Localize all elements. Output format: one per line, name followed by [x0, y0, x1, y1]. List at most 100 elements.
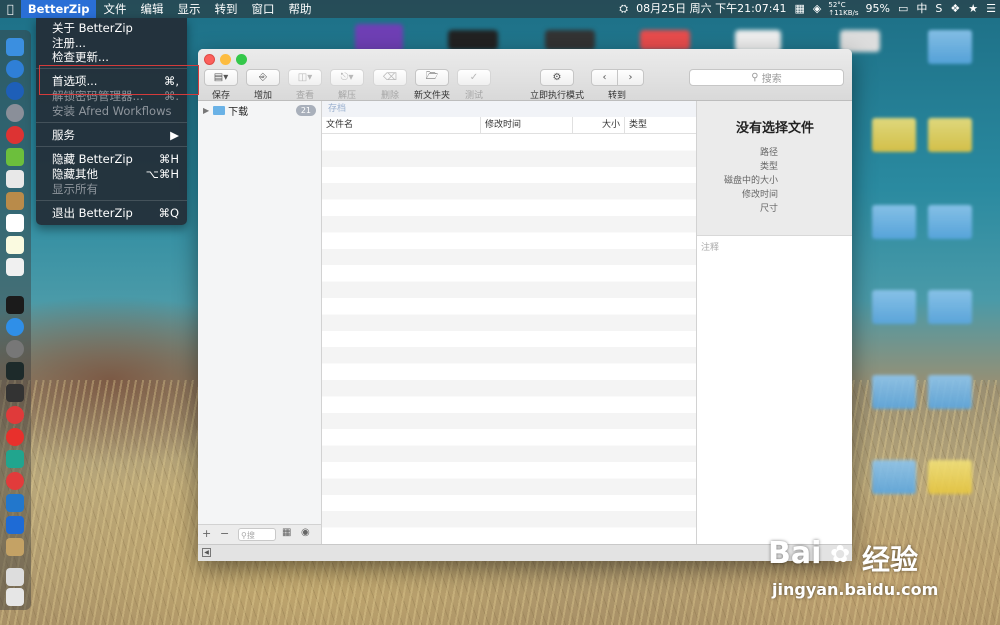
add-button[interactable]: ⎆ — [246, 69, 280, 86]
compass-icon[interactable] — [6, 82, 24, 100]
apple-menu-icon[interactable]:  — [0, 0, 21, 18]
desktop-folder-icon[interactable] — [928, 290, 972, 324]
sidebar-filter-input[interactable]: ⚲搜 — [238, 528, 276, 541]
instant-mode-label: 立即执行模式 — [529, 91, 585, 101]
star-icon[interactable]: ★ — [964, 0, 982, 18]
trash-icon: ⌫ — [382, 72, 398, 83]
column-header-name[interactable]: 文件名 — [322, 117, 480, 133]
desktop-folder-icon[interactable] — [872, 290, 916, 324]
extract-button[interactable]: ⎋▾ — [330, 69, 364, 86]
calendar-icon[interactable] — [6, 214, 24, 232]
app-red-icon[interactable] — [6, 126, 24, 144]
yandex-icon[interactable] — [6, 428, 24, 446]
info-summary: 没有选择文件 路径 类型 磁盘中的大小 修改时间 尺寸 — [697, 101, 852, 236]
back-button[interactable]: ‹ — [591, 69, 618, 86]
delete-button[interactable]: ⌫ — [373, 69, 407, 86]
column-header-type[interactable]: 类型 — [624, 117, 696, 133]
clock-datetime[interactable]: 08月25日 周六 下午21:07:41 — [632, 0, 790, 18]
desktop-folder-icon[interactable] — [928, 118, 972, 152]
launchpad-icon[interactable] — [6, 104, 24, 122]
desktop-folder-icon[interactable] — [928, 30, 972, 64]
menu-item-show-all[interactable]: 显示所有 — [52, 182, 179, 197]
system-preferences-icon[interactable] — [6, 340, 24, 358]
menu-view[interactable]: 显示 — [170, 0, 207, 18]
sidebar-toggle-icon[interactable]: ◀ — [202, 548, 211, 557]
menu-app-name[interactable]: BetterZip — [20, 0, 97, 18]
search-input[interactable]: ⚲ 搜索 — [689, 69, 844, 86]
eye-icon[interactable]: ◉ — [301, 527, 310, 538]
menu-go[interactable]: 转到 — [207, 0, 244, 18]
forward-button[interactable]: › — [617, 69, 644, 86]
battery-icon[interactable]: ▭ — [894, 0, 912, 18]
menu-item-quit[interactable]: 退出 BetterZip ⌘Q — [52, 206, 179, 221]
menu-item-about[interactable]: 关于 BetterZip — [52, 21, 179, 36]
wifi-icon[interactable]: ◈ — [809, 0, 825, 18]
table-rows[interactable] — [322, 134, 696, 544]
menu-item-install-alfred[interactable]: 安装 Afred Workflows — [52, 104, 179, 119]
desktop-folder-icon[interactable] — [872, 460, 916, 494]
extract-icon: ⎋▾ — [340, 72, 354, 83]
desktop-folder-icon[interactable] — [928, 205, 972, 239]
system-stats[interactable]: 52°C ↑11KB/s — [825, 1, 861, 17]
minimize-button[interactable] — [220, 54, 231, 65]
trash-icon[interactable] — [6, 588, 24, 606]
desktop-folder-icon[interactable] — [928, 375, 972, 409]
finder-icon[interactable] — [6, 38, 24, 56]
sogou-icon[interactable]: S — [931, 0, 946, 18]
notes-field[interactable]: 注释 — [701, 240, 719, 253]
preview-icon[interactable] — [6, 170, 24, 188]
globe-icon[interactable]: ⛭ — [615, 0, 632, 18]
activity-monitor-icon[interactable] — [6, 362, 24, 380]
desktop-folder-icon[interactable] — [928, 460, 972, 494]
shortcut-label: ⌘H — [158, 152, 179, 166]
test-button[interactable]: ✓ — [457, 69, 491, 86]
menu-item-services[interactable]: 服务 ▶ — [52, 128, 179, 143]
bluetooth-dock-icon[interactable] — [6, 516, 24, 534]
remove-icon[interactable]: − — [220, 527, 229, 540]
desktop-folder-icon[interactable] — [872, 375, 916, 409]
menu-edit[interactable]: 编辑 — [133, 0, 170, 18]
notes-icon[interactable] — [6, 236, 24, 254]
netease-music-icon[interactable] — [6, 472, 24, 490]
textedit-icon[interactable] — [6, 258, 24, 276]
android-icon[interactable] — [6, 148, 24, 166]
column-header-modified[interactable]: 修改时间 — [480, 117, 572, 133]
disclosure-triangle-icon[interactable]: ▶ — [203, 106, 209, 115]
instant-mode-button[interactable]: ⚙ — [540, 69, 574, 86]
terminal-icon[interactable] — [6, 296, 24, 314]
sidebar-item-downloads[interactable]: ▶ 下载 21 — [203, 103, 319, 118]
save-button[interactable]: ▤▾ — [204, 69, 238, 86]
menu-item-hide-app[interactable]: 隐藏 BetterZip ⌘H — [52, 152, 179, 167]
menu-file[interactable]: 文件 — [96, 0, 133, 18]
column-header-size[interactable]: 大小 — [572, 117, 624, 133]
add-icon[interactable]: + — [202, 527, 211, 540]
vivaldi-icon[interactable] — [6, 406, 24, 424]
downloads-stack-icon[interactable] — [6, 568, 24, 586]
bluetooth-icon[interactable]: ❖ — [946, 0, 964, 18]
safari-icon[interactable] — [6, 60, 24, 78]
zoom-button[interactable] — [236, 54, 247, 65]
archive-icon[interactable] — [6, 192, 24, 210]
grid-icon[interactable]: ▦ — [790, 0, 808, 18]
menu-help[interactable]: 帮助 — [281, 0, 318, 18]
tree-icon[interactable]: ▦ — [282, 527, 291, 538]
list-icon[interactable]: ☰ — [982, 0, 1000, 18]
betterzip-dock-icon[interactable] — [6, 538, 24, 556]
count-badge: 21 — [295, 105, 316, 116]
app-store-icon[interactable] — [6, 318, 24, 336]
console-icon[interactable] — [6, 384, 24, 402]
desktop-folder-icon[interactable] — [872, 118, 916, 152]
sogou-dock-icon[interactable] — [6, 494, 24, 512]
menu-item-hide-others[interactable]: 隐藏其他 ⌥⌘H — [52, 167, 179, 182]
app-green-icon[interactable] — [6, 450, 24, 468]
info-label-dimensions: 尺寸 — [759, 204, 778, 214]
new-folder-button[interactable]: 🗁 — [415, 69, 449, 86]
close-button[interactable] — [204, 54, 215, 65]
battery-percent[interactable]: 95% — [862, 0, 894, 18]
menu-item-register[interactable]: 注册... — [52, 36, 179, 51]
menu-item-check-updates[interactable]: 检查更新... — [52, 50, 179, 65]
desktop-folder-icon[interactable] — [872, 205, 916, 239]
menu-window[interactable]: 窗口 — [244, 0, 281, 18]
view-button[interactable]: ◫▾ — [288, 69, 322, 86]
input-method[interactable]: 中 — [912, 0, 931, 18]
